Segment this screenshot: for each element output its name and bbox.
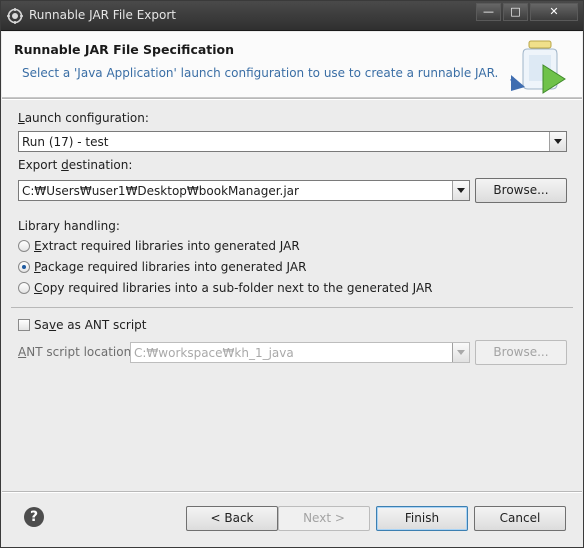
save-ant-script-checkbox[interactable] [18, 319, 30, 331]
wizard-banner: Runnable JAR File Specification Select a… [2, 32, 582, 98]
minimize-button[interactable]: — [476, 3, 501, 21]
svg-text:+: + [509, 75, 517, 86]
ant-browse-button[interactable]: Browse... [475, 340, 567, 365]
close-button[interactable]: ✕ [530, 3, 578, 21]
radio-label: Extract required libraries into generate… [34, 239, 300, 253]
radio-button[interactable] [18, 282, 30, 294]
export-destination-value: C:₩Users₩user1₩Desktop₩bookManager.jar [22, 184, 299, 198]
export-dialog: Runnable JAR File Export — □ ✕ Runnable … [0, 0, 584, 548]
launch-configuration-combo[interactable]: Run (17) - test [18, 131, 567, 152]
radio-button[interactable] [18, 240, 30, 252]
eclipse-app-icon [7, 8, 23, 24]
back-button[interactable]: < Back [186, 506, 278, 531]
minimize-icon: — [483, 5, 494, 18]
chevron-down-icon[interactable] [549, 132, 566, 151]
section-divider [11, 307, 573, 308]
chevron-down-icon[interactable] [452, 181, 469, 200]
save-ant-script-label: Save as ANT script [34, 318, 147, 332]
radio-label: Package required libraries into generate… [34, 260, 307, 274]
banner-divider-highlight [2, 99, 582, 100]
export-destination-combo[interactable]: C:₩Users₩user1₩Desktop₩bookManager.jar [18, 180, 470, 201]
launch-configuration-label: Launch configuration: [18, 111, 149, 125]
finish-button[interactable]: Finish [376, 506, 468, 531]
page-description: Select a 'Java Application' launch confi… [22, 66, 499, 80]
maximize-button[interactable]: □ [503, 3, 528, 21]
ant-script-location-combo[interactable]: C:₩workspace₩kh_1_java [130, 342, 470, 363]
cancel-button[interactable]: Cancel [474, 506, 566, 531]
title-bar[interactable]: Runnable JAR File Export — □ ✕ [1, 1, 583, 31]
export-destination-label: Export destination: [18, 158, 133, 172]
close-icon: ✕ [549, 5, 559, 18]
export-browse-button[interactable]: Browse... [475, 178, 567, 203]
jar-export-wizard-icon: + [509, 40, 566, 94]
launch-configuration-value: Run (17) - test [22, 135, 109, 149]
ant-script-location-value: C:₩workspace₩kh_1_java [134, 346, 294, 360]
chevron-down-icon[interactable] [452, 343, 469, 362]
help-icon[interactable]: ? [24, 507, 44, 527]
maximize-icon: □ [510, 5, 521, 18]
page-title: Runnable JAR File Specification [14, 42, 235, 57]
footer-divider-highlight [2, 492, 582, 493]
radio-label: Copy required libraries into a sub-folde… [34, 281, 433, 295]
ant-script-location-label: ANT script location: [18, 345, 136, 359]
radio-button[interactable] [18, 261, 30, 273]
window-title: Runnable JAR File Export [29, 8, 176, 22]
next-button[interactable]: Next > [278, 506, 370, 531]
library-handling-label: Library handling: [18, 219, 120, 233]
